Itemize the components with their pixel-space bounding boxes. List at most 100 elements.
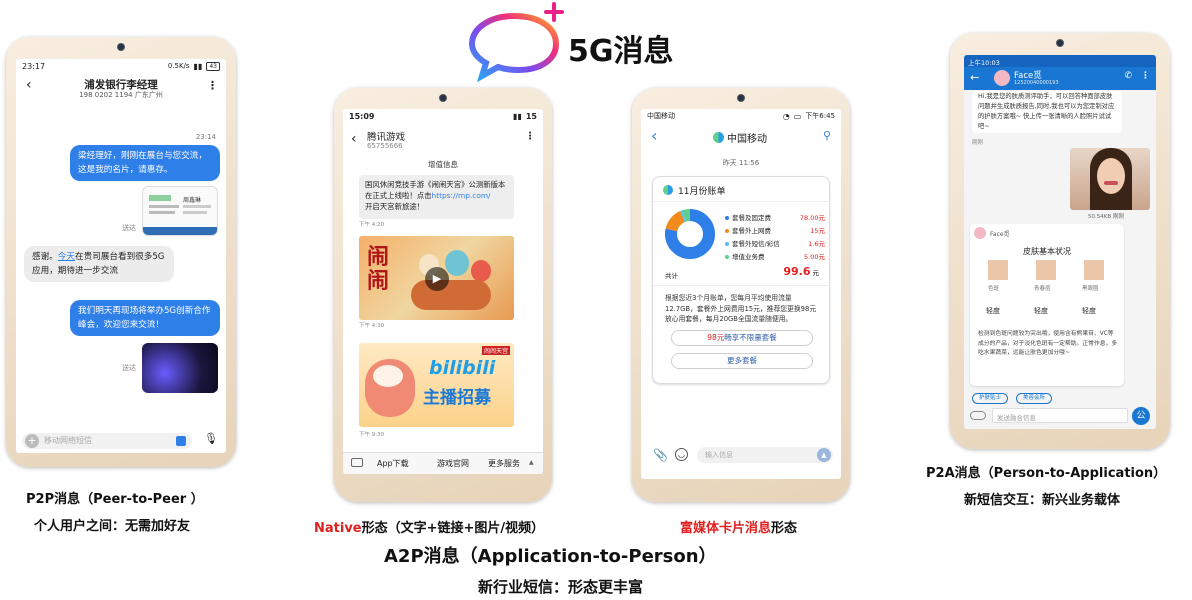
banner-brand: bilibili	[429, 357, 496, 379]
message-input[interactable]: 输入信息 ▲	[697, 447, 833, 463]
unlimited-plan-button[interactable]: 98元畅享不限量套餐	[671, 330, 813, 346]
skin-level: 轻度	[1082, 307, 1096, 315]
richcard-caption: 富媒体卡片消息形态	[680, 521, 798, 536]
bot-message: Hi,我是您的肤质测评助手，可以回答种面部皮肤问题并生成肤质报告,同时,我也可以…	[972, 91, 1122, 133]
signal-icon: ▮▮	[513, 111, 522, 121]
phone-icon[interactable]: ✆	[1124, 71, 1132, 81]
brand-title: 5G消息	[568, 34, 674, 69]
back-arrow-icon[interactable]: ←	[970, 71, 979, 84]
legend-row: 增值业务费 5.00元	[725, 251, 825, 264]
game-video[interactable]: 闹闹 ▶	[359, 236, 514, 320]
more-icon[interactable]: ⋮	[207, 79, 218, 92]
input-placeholder: 发送融合信息	[997, 414, 1036, 422]
front-camera	[117, 43, 125, 51]
battery-level: 15	[525, 111, 537, 121]
more-icon[interactable]: ⋮	[1141, 71, 1150, 81]
suggestion-chip[interactable]: 美容会所	[1016, 393, 1052, 404]
date-link[interactable]: 今天	[58, 252, 75, 262]
p2a-screen: 上午10:03 ← Face觅 12520040000193 ✆ ⋮ Hi,我是…	[964, 55, 1156, 429]
message-bubble: 感谢。今天在贵司展台看到很多5G应用，期待进一步交流	[24, 246, 174, 282]
skin-description: 检测到色斑问题较为突出哦，使用含有熊果苷、VC等成分的产品，对于淡化色斑有一定帮…	[978, 331, 1118, 356]
suggestion-chip[interactable]: 护肤贴士	[972, 393, 1008, 404]
keyboard-icon[interactable]	[351, 458, 363, 467]
native-caption: Native形态（文字+链接+图片/视频）	[314, 521, 545, 536]
message-timestamp: 下午 4:30	[359, 323, 385, 329]
signal-icon: ▮▮	[193, 61, 203, 71]
back-icon[interactable]: ‹	[351, 131, 357, 147]
legend-row: 套餐外短信/彩信 1.6元	[725, 238, 825, 251]
chevron-up-icon[interactable]: ▲	[529, 459, 534, 466]
bill-card: 11月份账单 套餐及固定费 78.00元 套餐外上网费 15元 套餐外短信/彩信 1.…	[652, 176, 830, 384]
skin-label: 黑眼圈	[1082, 286, 1099, 292]
status-bar: 23:17 0.5K/s ▮▮ 43	[16, 59, 226, 73]
app-header: ← Face觅 12520040000193 ✆ ⋮	[964, 67, 1156, 90]
message-input[interactable]: 发送融合信息	[992, 408, 1128, 423]
phone-richcard: 中国移动 ◔ ▭ 下午6:45 ‹ 中国移动 ⚲ 昨天 11:56 11月份账单 套…	[632, 88, 850, 502]
more-plans-button[interactable]: 更多套餐	[671, 353, 813, 369]
battery-level: 43	[206, 61, 220, 71]
bilibili-banner[interactable]: 闹闹天宫 bilibili 主播招募	[359, 343, 514, 427]
message-input[interactable]: + 移动网络短信	[22, 433, 192, 449]
status-bar: 上午10:03	[964, 55, 1156, 67]
text-message-card: 国风休闲竞技手游《闹闹天宫》公测新版本在正式上线啦！点击https://mp.c…	[359, 175, 514, 219]
brand-logo-icon	[663, 185, 673, 195]
status-time: 23:17	[22, 61, 46, 71]
photo-meta: 50.54KB 刚刚	[1088, 214, 1124, 220]
message-timestamp: 下午 4:20	[359, 222, 385, 228]
sms-send-icon[interactable]	[176, 436, 186, 446]
wifi-icon: ◔	[782, 111, 790, 121]
advice-text: 根据您近3个月账单，您每月平均使用流量12.7GB，套餐外上网费用15元，推荐您…	[665, 294, 817, 323]
legend-row: 套餐外上网费 15元	[725, 225, 825, 238]
attachment-icon[interactable]: 📎	[653, 448, 668, 462]
net-speed: 0.5K/s	[167, 62, 190, 70]
message-timestamp: 下午 9:30	[359, 432, 385, 438]
richcard-screen: 中国移动 ◔ ▭ 下午6:45 ‹ 中国移动 ⚲ 昨天 11:56 11月份账单 套…	[641, 109, 841, 479]
a2p-caption-sub: 新行业短信：形态更丰富	[478, 578, 644, 596]
game-logo: 闹闹	[367, 245, 390, 294]
bottom-menu: App下载 游戏官网 更多服务 ▲	[343, 452, 543, 474]
bill-donut-chart	[665, 209, 715, 259]
a2p-caption-title: A2P消息（Application-to-Person）	[384, 546, 717, 567]
menu-game-site[interactable]: 游戏官网	[437, 458, 469, 469]
skin-label: 青春痘	[1034, 286, 1051, 292]
legend-dot	[725, 255, 729, 259]
message-date: 昨天 11:56	[722, 159, 760, 167]
p2p-caption-sub: 个人用户之间：无需加好友	[34, 519, 191, 534]
input-placeholder: 输入信息	[705, 451, 733, 459]
front-camera	[1056, 39, 1064, 47]
video-thumbnail[interactable]	[142, 343, 218, 393]
play-icon[interactable]: ▶	[425, 267, 449, 291]
menu-more-services[interactable]: 更多服务	[488, 458, 520, 469]
mic-icon[interactable]: 🎙	[204, 432, 218, 445]
message-link[interactable]: https://mp.com/	[432, 191, 491, 200]
menu-app-download[interactable]: App下载	[377, 458, 409, 469]
legend-row: 套餐及固定费 78.00元	[725, 212, 825, 225]
message-bubble: 梁经理好，刚刚在展台与您交流，这是我的名片，请惠存。	[70, 145, 220, 181]
more-icon[interactable]: ⋮	[525, 131, 535, 142]
slide: 5G消息 23:17 0.5K/s ▮▮ 43 ‹ 浦发银行李经理 198 0202…	[0, 0, 1192, 600]
add-icon[interactable]: +	[25, 434, 39, 448]
business-card-image: 周鑫琳	[142, 186, 218, 236]
card-title: 皮肤基本状况	[1023, 247, 1071, 256]
total-label: 共计	[665, 272, 678, 280]
profile-icon[interactable]: ⚲	[823, 129, 831, 142]
avatar	[994, 70, 1010, 86]
send-button[interactable]: 公	[1132, 407, 1150, 425]
back-icon[interactable]: ‹	[651, 126, 657, 145]
attach-icon[interactable]	[970, 411, 986, 420]
phone-p2a: 上午10:03 ← Face觅 12520040000193 ✆ ⋮ Hi,我是…	[950, 33, 1170, 449]
sent-status: 送达	[122, 224, 136, 232]
card-name: 周鑫琳	[183, 197, 202, 204]
read-time: 刚刚	[972, 140, 984, 146]
phone-p2p: 23:17 0.5K/s ▮▮ 43 ‹ 浦发银行李经理 198 0202 1194…	[6, 37, 236, 467]
emoji-icon[interactable]: ◡	[675, 448, 688, 461]
sent-status: 送达	[122, 364, 136, 372]
selfie-photo[interactable]	[1070, 148, 1150, 210]
contact-sub: 198 0202 1194 广东广州	[79, 91, 163, 99]
skin-thumb	[1084, 260, 1104, 280]
front-camera	[439, 94, 447, 102]
native-screen: 15:09 ▮▮ 15 ‹ 腾讯游戏 65755666 ⋮ 增值信息 国风休闲竞技…	[343, 109, 543, 474]
send-icon[interactable]: ▲	[817, 448, 831, 462]
card-title: 11月份账单	[678, 187, 726, 197]
section-title: 增值信息	[428, 160, 458, 169]
